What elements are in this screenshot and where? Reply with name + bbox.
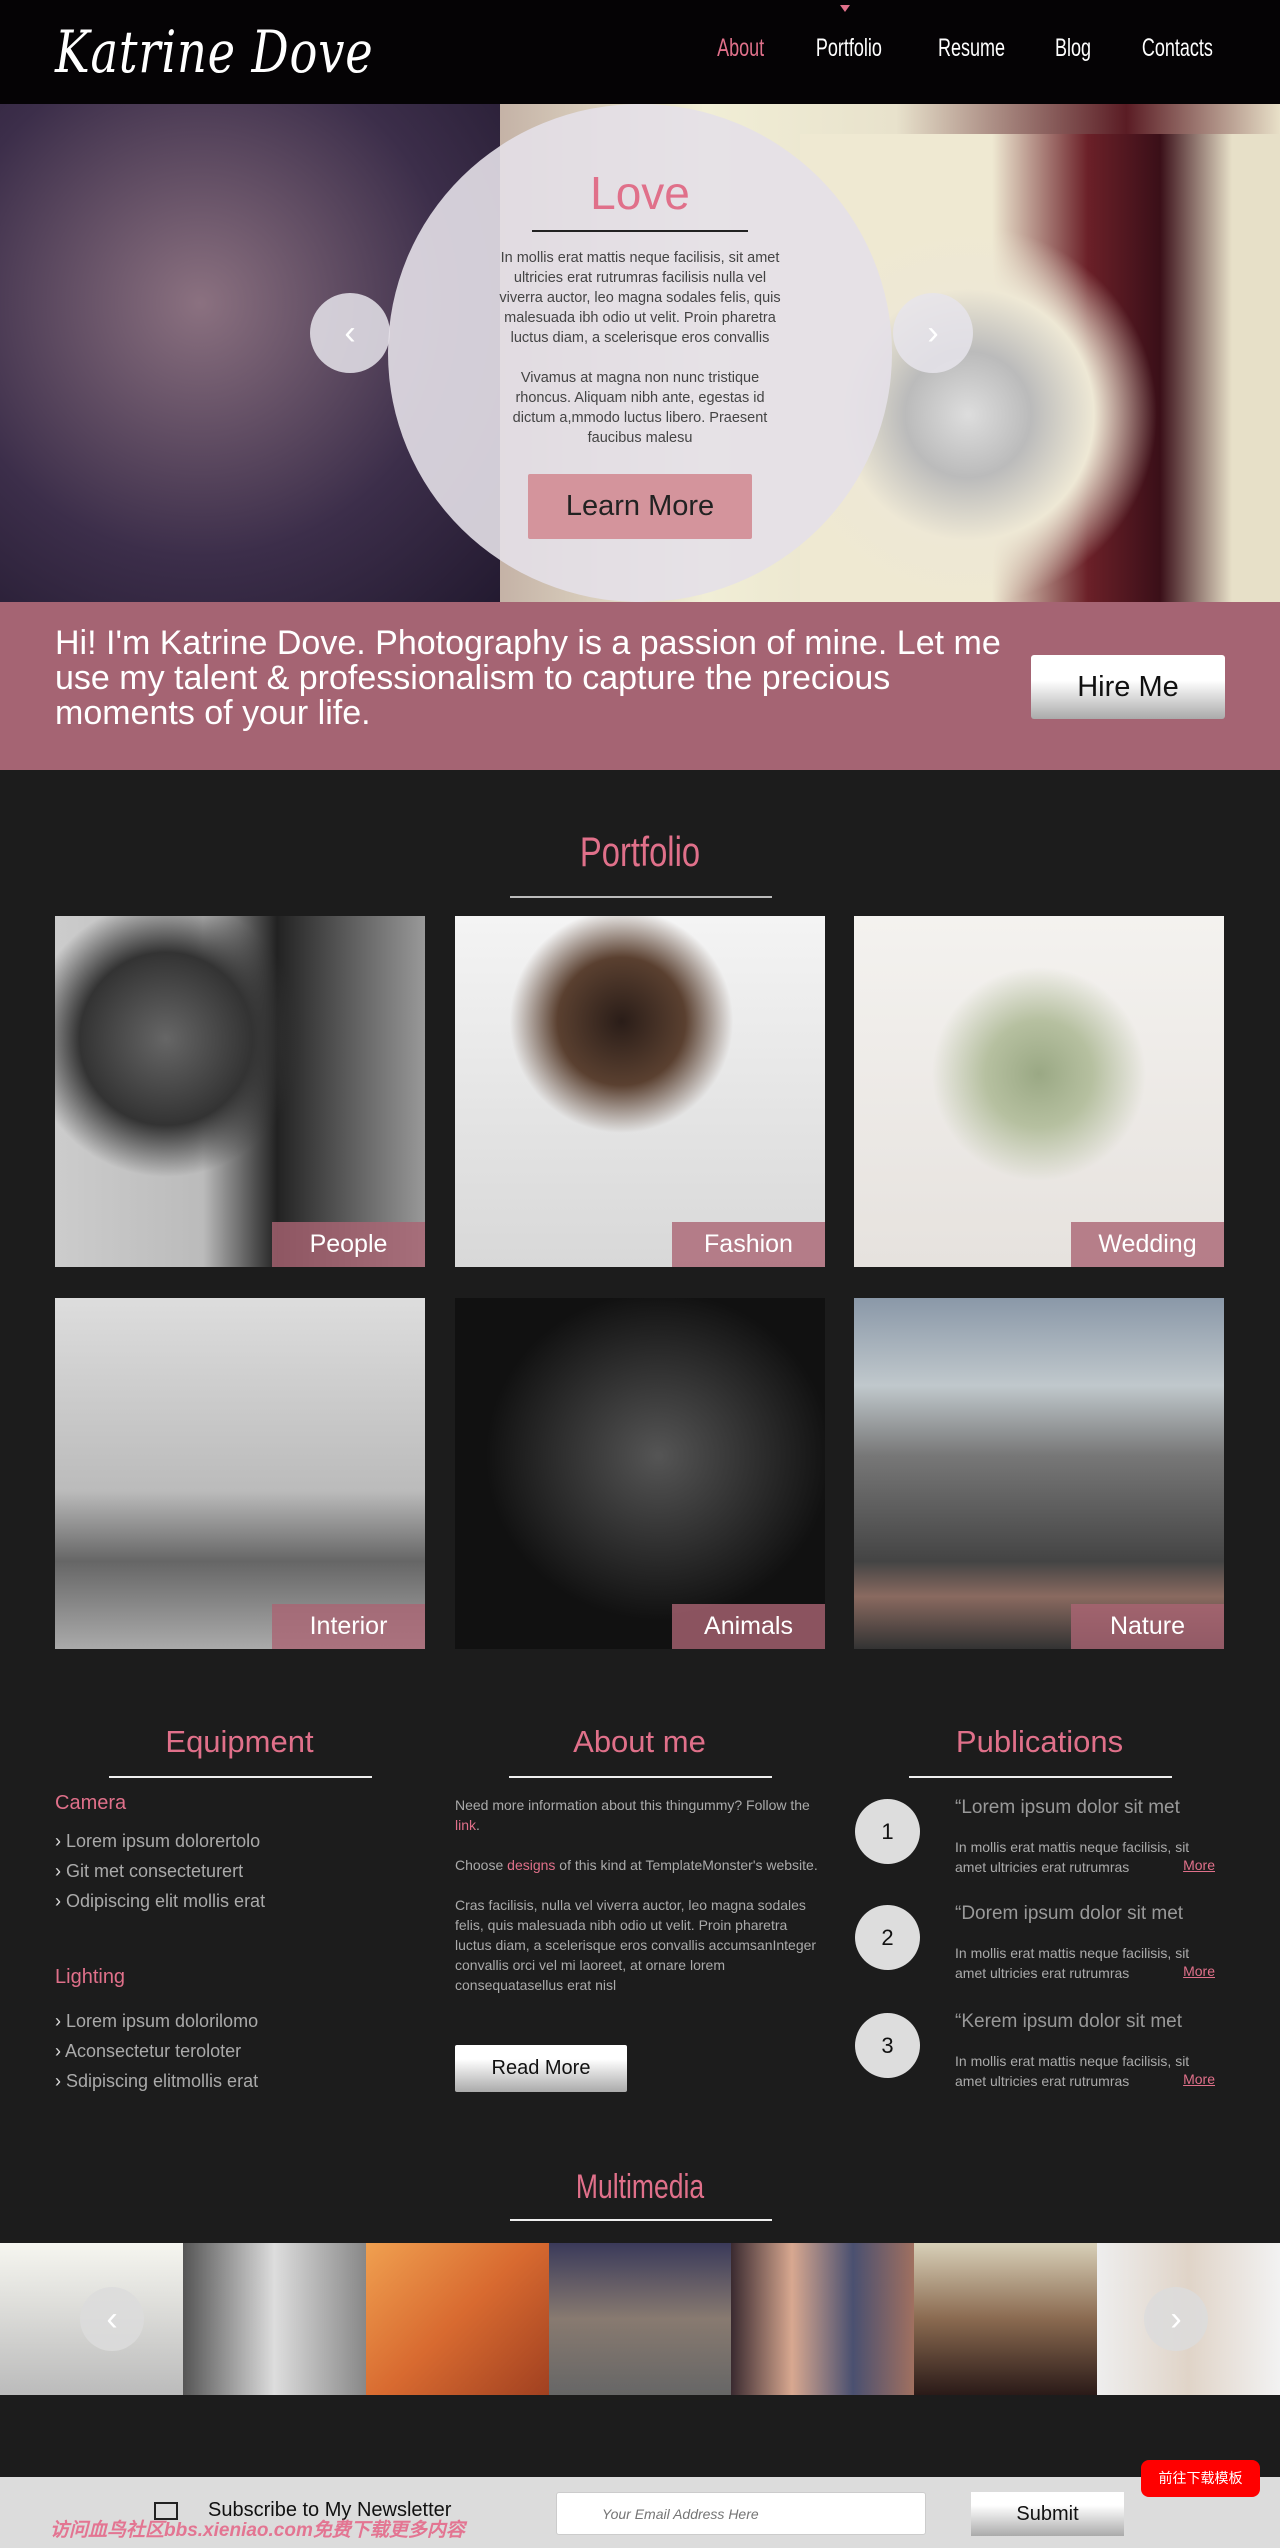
carousel-image[interactable] — [731, 2243, 915, 2395]
tile-label: Nature — [1071, 1604, 1224, 1649]
list-item: Lorem ipsum dolorilomo — [55, 2006, 258, 2036]
about-section: Need more information about this thingum… — [455, 1795, 825, 2015]
hero-text: In mollis erat mattis neque facilisis, s… — [499, 250, 781, 346]
list-item: Aconsectetur teroloter — [55, 2036, 258, 2066]
divider — [909, 1776, 1172, 1778]
list-item: Lorem ipsum dolorertolo — [55, 1826, 265, 1856]
chevron-left-icon: ‹ — [344, 314, 356, 352]
hire-me-button[interactable]: Hire Me — [1031, 655, 1225, 719]
lighting-heading: Lighting — [55, 1966, 126, 1988]
intro-banner: Hi! I'm Katrine Dove. Photography is a p… — [0, 602, 1280, 770]
portfolio-tile-people[interactable]: People — [55, 916, 425, 1267]
tile-label: Wedding — [1071, 1222, 1224, 1267]
portfolio-title: Portfolio — [579, 828, 701, 875]
more-link[interactable]: More — [1183, 1963, 1215, 1979]
carousel-image[interactable] — [548, 2243, 732, 2395]
lighting-list: Lorem ipsum dolorilomo Aconsectetur tero… — [55, 2006, 258, 2096]
chevron-left-icon: ‹ — [106, 2300, 118, 2338]
text: . — [476, 1817, 480, 1833]
nav-contacts[interactable]: Contacts — [1142, 34, 1213, 63]
chevron-right-icon: › — [1170, 2300, 1182, 2338]
about-title: About me — [573, 1724, 706, 1759]
portfolio-tile-nature[interactable]: Nature — [854, 1298, 1224, 1649]
about-text-1: Need more information about this thingum… — [455, 1795, 825, 1835]
publication-item: 3 “Kerem ipsum dolor sit met In mollis e… — [855, 2011, 1235, 2103]
multimedia-title: Multimedia — [575, 2168, 705, 2206]
about-text-3: Cras facilisis, nulla vel viverra auctor… — [455, 1897, 817, 1993]
nav-about[interactable]: About — [717, 34, 764, 63]
portfolio-tile-animals[interactable]: Animals — [455, 1298, 825, 1649]
publication-item: 1 “Lorem ipsum dolor sit met In mollis e… — [855, 1797, 1235, 1889]
divider — [532, 230, 748, 232]
multimedia-carousel — [0, 2243, 1280, 2395]
header: Katrine Dove About Portfolio Resume Blog… — [0, 0, 1280, 104]
carousel-image[interactable] — [182, 2243, 366, 2395]
portfolio-tile-interior[interactable]: Interior — [55, 1298, 425, 1649]
divider — [510, 896, 772, 898]
logo[interactable]: Katrine Dove — [55, 18, 374, 86]
carousel-image[interactable] — [365, 2243, 549, 2395]
list-item: Git met consecteturert — [55, 1856, 265, 1886]
camera-list: Lorem ipsum dolorertolo Git met consecte… — [55, 1826, 265, 1916]
hero-title: Love — [590, 167, 690, 219]
hero-caption-circle: Love In mollis erat mattis neque facilis… — [388, 104, 892, 602]
list-item: Odipiscing elit mollis erat — [55, 1886, 265, 1916]
publication-desc: In mollis erat mattis neque facilisis, s… — [955, 1839, 1190, 1875]
list-item: Sdipiscing elitmollis erat — [55, 2066, 258, 2096]
intro-text: Hi! I'm Katrine Dove. Photography is a p… — [55, 624, 1001, 732]
nav-resume[interactable]: Resume — [938, 34, 1005, 63]
learn-more-button[interactable]: Learn More — [528, 474, 752, 539]
watermark: 访问血鸟社区bbs.xieniao.com免费下载更多内容 — [50, 2520, 465, 2541]
tile-label: Interior — [272, 1604, 425, 1649]
portfolio-tile-wedding[interactable]: Wedding — [854, 916, 1224, 1267]
tile-label: Animals — [672, 1604, 825, 1649]
designs-link[interactable]: designs — [507, 1857, 555, 1873]
nav-portfolio[interactable]: Portfolio — [816, 34, 882, 63]
hero-slider: ‹ › Love In mollis erat mattis neque fac… — [0, 104, 1280, 602]
carousel-prev-button[interactable]: ‹ — [80, 2287, 144, 2351]
text: of this kind at TemplateMonster's websit… — [555, 1857, 818, 1873]
about-text-2: Choose designs of this kind at TemplateM… — [455, 1855, 825, 1875]
email-input[interactable] — [556, 2492, 926, 2535]
equipment-title: Equipment — [165, 1724, 314, 1759]
publication-item: 2 “Dorem ipsum dolor sit met In mollis e… — [855, 1903, 1235, 1995]
divider — [109, 1776, 372, 1778]
slider-prev-button[interactable]: ‹ — [310, 293, 390, 373]
hero-text-2: Vivamus at magna non nunc tristique rhon… — [512, 370, 768, 446]
tile-label: People — [272, 1222, 425, 1267]
carousel-next-button[interactable]: › — [1144, 2287, 1208, 2351]
publication-quote: “Lorem ipsum dolor sit met — [955, 1797, 1180, 1818]
publication-quote: “Dorem ipsum dolor sit met — [955, 1903, 1184, 1924]
publication-quote: “Kerem ipsum dolor sit met — [955, 2011, 1183, 2032]
chevron-right-icon: › — [927, 314, 939, 352]
carousel-image[interactable] — [914, 2243, 1098, 2395]
active-nav-marker — [840, 5, 850, 12]
number-badge: 2 — [855, 1905, 920, 1970]
newsletter-footer: Subscribe to My Newsletter 访问血鸟社区bbs.xie… — [0, 2477, 1280, 2548]
slider-next-button[interactable]: › — [893, 293, 973, 373]
number-badge: 3 — [855, 2013, 920, 2078]
publication-desc: In mollis erat mattis neque facilisis, s… — [955, 2053, 1190, 2089]
divider — [510, 2219, 772, 2221]
portfolio-tile-fashion[interactable]: Fashion — [455, 916, 825, 1267]
submit-button[interactable]: Submit — [971, 2492, 1124, 2536]
publications-title: Publications — [955, 1724, 1124, 1759]
text: Need more information about this thingum… — [455, 1797, 810, 1813]
text: Choose — [455, 1857, 508, 1873]
read-more-button[interactable]: Read More — [455, 2045, 627, 2092]
camera-heading: Camera — [55, 1792, 127, 1814]
publication-desc: In mollis erat mattis neque facilisis, s… — [955, 1945, 1190, 1981]
nav-blog[interactable]: Blog — [1055, 34, 1091, 63]
download-template-button[interactable]: 前往下载模板 — [1141, 2460, 1260, 2497]
number-badge: 1 — [855, 1799, 920, 1864]
more-link[interactable]: More — [1183, 1857, 1215, 1873]
tile-label: Fashion — [672, 1222, 825, 1267]
more-link[interactable]: More — [1183, 2071, 1215, 2087]
link[interactable]: link — [455, 1817, 476, 1833]
main-nav: About Portfolio Resume Blog Contacts — [708, 34, 1227, 63]
divider — [509, 1776, 772, 1778]
